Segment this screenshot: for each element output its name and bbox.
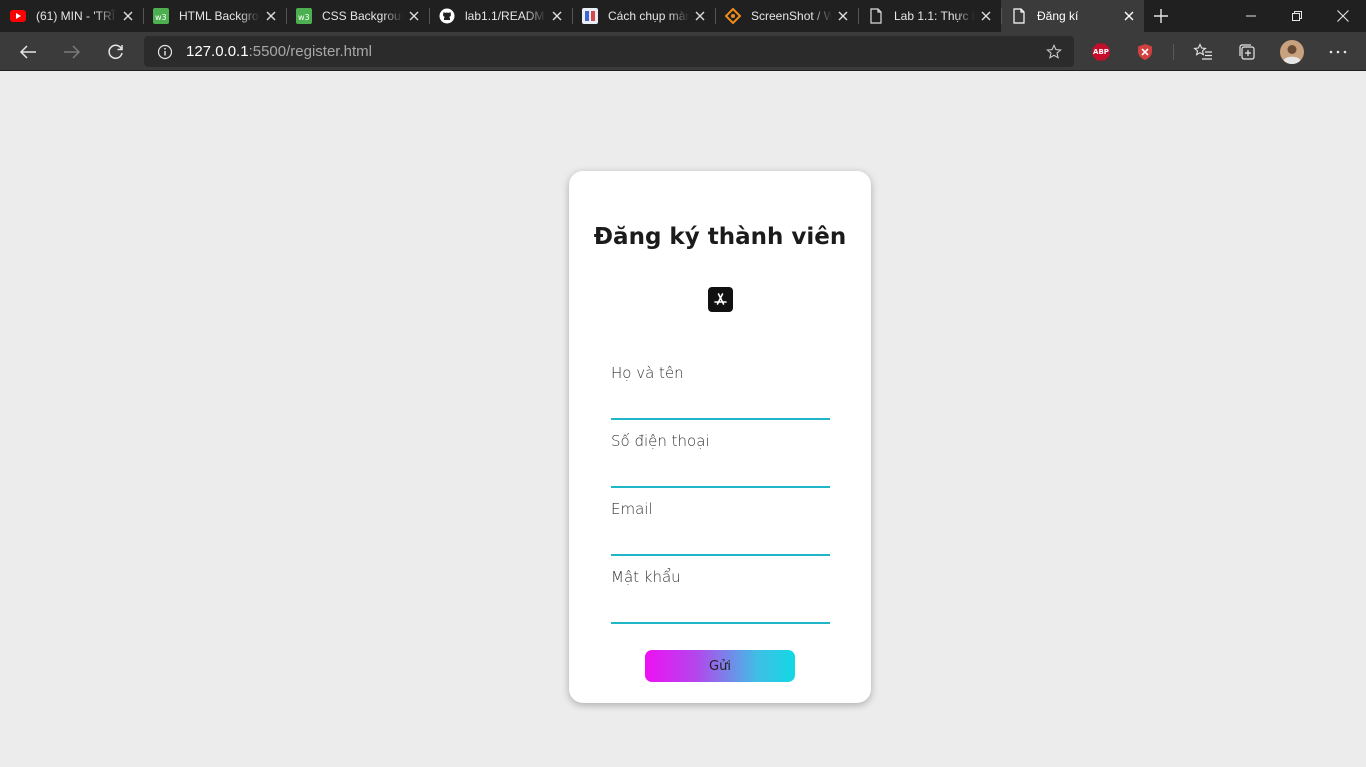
w3schools-icon: w3 [296,8,312,24]
email-input[interactable] [611,530,830,556]
tab-title: (61) MIN - 'TRĨ [36,9,115,23]
w3schools-icon: w3 [153,8,169,24]
site-info-icon[interactable] [144,44,186,60]
arrow-right-icon [64,44,81,59]
tab-title: ScreenShot / Web [751,9,832,23]
svg-text:w3: w3 [298,13,310,22]
browser-toolbar: 127.0.0.1:5500/register.html ABP [0,32,1366,71]
close-icon[interactable] [832,5,854,27]
minimize-button[interactable] [1228,0,1274,32]
site-favicon-icon [582,8,598,24]
password-input[interactable] [611,598,830,624]
email-label: Email [611,500,653,518]
fullname-label: Họ và tên [611,364,684,382]
close-icon[interactable] [403,5,425,27]
more-horizontal-icon [1329,50,1347,53]
back-button[interactable] [6,32,50,71]
url-text[interactable]: 127.0.0.1:5500/register.html [186,43,372,60]
tab-title: Lab 1.1: Thực hành [894,9,975,23]
refresh-button[interactable] [94,32,138,71]
svg-text:w3: w3 [155,13,167,22]
minimize-icon [1246,15,1256,17]
tab-css-backgrounds[interactable]: w3 CSS Backgrounds [286,0,429,32]
address-bar[interactable]: 127.0.0.1:5500/register.html [144,36,1074,67]
app-store-icon [708,287,733,312]
toolbar-divider [1173,44,1174,60]
url-path: :5500/register.html [248,43,372,60]
new-tab-button[interactable] [1146,0,1176,32]
tab-title: HTML Background [179,9,260,23]
arrow-left-icon [19,44,36,59]
tab-title: Cách chụp màn hình [608,9,689,23]
github-icon [439,8,455,24]
favorites-icon [1193,42,1212,60]
close-icon[interactable] [117,5,139,27]
page-title: Đăng ký thành viên [593,224,847,250]
tab-title: CSS Backgrounds [322,9,403,23]
restore-button[interactable] [1274,0,1320,32]
youtube-icon [10,8,26,24]
phone-label: Số điện thoại [611,432,710,450]
window-controls [1228,0,1366,32]
close-window-button[interactable] [1320,0,1366,32]
phone-input[interactable] [611,462,830,488]
refresh-icon [108,44,123,59]
close-icon[interactable] [1118,5,1140,27]
submit-button[interactable]: Gửi [645,650,795,682]
tab-strip: (61) MIN - 'TRĨ w3 HTML Background w3 CS… [0,0,1366,32]
close-icon[interactable] [546,5,568,27]
tab-lab-1-1[interactable]: Lab 1.1: Thực hành [858,0,1001,32]
collections-button[interactable] [1225,32,1269,71]
shield-extension[interactable] [1123,32,1167,71]
close-icon[interactable] [975,5,997,27]
password-label: Mật khẩu [611,568,681,586]
forward-button[interactable] [50,32,94,71]
settings-more-button[interactable] [1316,32,1360,71]
restore-icon [1292,11,1302,21]
page-icon [1011,8,1027,24]
page-icon [868,8,884,24]
screenshot-ext-icon [725,8,741,24]
favorites-button[interactable] [1181,32,1225,71]
tab-screenshot-guide[interactable]: Cách chụp màn hình [572,0,715,32]
close-icon[interactable] [689,5,711,27]
tab-html-background[interactable]: w3 HTML Background [143,0,286,32]
url-host: 127.0.0.1 [186,43,249,60]
profile-button[interactable] [1270,32,1314,71]
avatar [1280,39,1304,64]
tab-youtube[interactable]: (61) MIN - 'TRĨ [0,0,143,32]
tab-github-readme[interactable]: lab1.1/README.md [429,0,572,32]
adblock-plus-extension[interactable]: ABP [1079,32,1123,71]
tab-screenshot-web[interactable]: ScreenShot / Web [715,0,858,32]
tab-title: Đăng kí [1037,9,1079,23]
close-icon[interactable] [260,5,282,27]
collections-icon [1239,43,1255,60]
plus-icon [1154,9,1168,23]
fullname-input[interactable] [611,394,830,420]
close-icon [1337,10,1349,22]
adblock-plus-label: ABP [1093,47,1109,56]
shield-icon [1138,43,1152,60]
tab-title: lab1.1/README.md [465,9,546,23]
favorite-star-icon[interactable] [1034,43,1074,60]
tab-dang-ki-active[interactable]: Đăng kí [1001,0,1144,32]
